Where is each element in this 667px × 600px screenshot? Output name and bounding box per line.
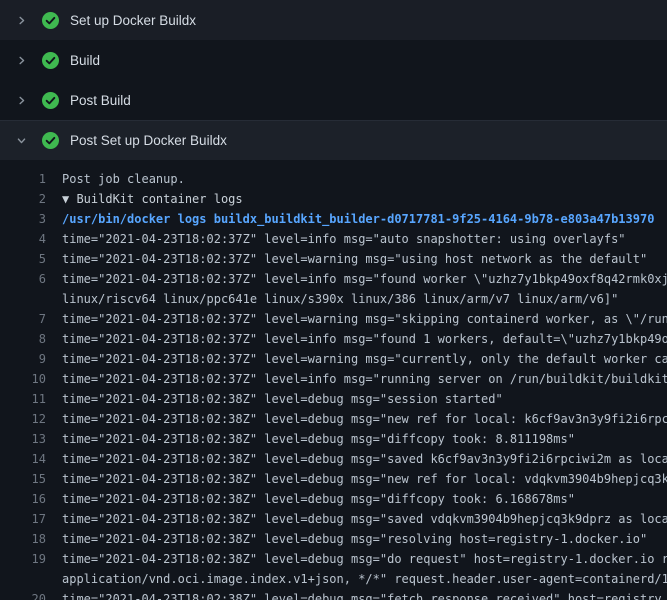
log-text: time="2021-04-23T18:02:38Z" level=debug … xyxy=(62,389,667,409)
log-text: time="2021-04-23T18:02:38Z" level=debug … xyxy=(62,529,667,549)
log-line: 9time="2021-04-23T18:02:37Z" level=warni… xyxy=(0,349,667,369)
log-line: 4time="2021-04-23T18:02:37Z" level=info … xyxy=(0,229,667,249)
chevron-right-icon xyxy=(13,55,29,66)
log-line: 13time="2021-04-23T18:02:38Z" level=debu… xyxy=(0,429,667,449)
log-text: time="2021-04-23T18:02:37Z" level=info m… xyxy=(62,229,667,249)
line-number[interactable]: 6 xyxy=(0,269,62,289)
log-line: 12time="2021-04-23T18:02:38Z" level=debu… xyxy=(0,409,667,429)
line-number[interactable]: 15 xyxy=(0,469,62,489)
line-number[interactable]: 16 xyxy=(0,489,62,509)
log-line: 5time="2021-04-23T18:02:37Z" level=warni… xyxy=(0,249,667,269)
log-text: time="2021-04-23T18:02:38Z" level=debug … xyxy=(62,509,667,529)
log-line: 7time="2021-04-23T18:02:37Z" level=warni… xyxy=(0,309,667,329)
line-number[interactable]: 5 xyxy=(0,249,62,269)
log-text: time="2021-04-23T18:02:37Z" level=info m… xyxy=(62,269,667,289)
line-number[interactable]: 17 xyxy=(0,509,62,529)
log-text: time="2021-04-23T18:02:37Z" level=warnin… xyxy=(62,349,667,369)
log-text: application/vnd.oci.image.index.v1+json,… xyxy=(62,569,667,589)
step-label: Set up Docker Buildx xyxy=(70,13,196,28)
log-text: time="2021-04-23T18:02:38Z" level=debug … xyxy=(62,429,667,449)
log-line: 19time="2021-04-23T18:02:38Z" level=debu… xyxy=(0,549,667,569)
log-line: 10time="2021-04-23T18:02:37Z" level=info… xyxy=(0,369,667,389)
line-number[interactable]: 20 xyxy=(0,589,62,600)
check-circle-icon xyxy=(42,52,59,69)
log-text: time="2021-04-23T18:02:37Z" level=warnin… xyxy=(62,309,667,329)
step-label: Build xyxy=(70,53,100,68)
log-command-line: 3/usr/bin/docker logs buildx_buildkit_bu… xyxy=(0,209,667,229)
line-number[interactable]: 3 xyxy=(0,209,62,229)
log-text: time="2021-04-23T18:02:38Z" level=debug … xyxy=(62,489,667,509)
line-number[interactable]: 8 xyxy=(0,329,62,349)
log-text: time="2021-04-23T18:02:38Z" level=debug … xyxy=(62,449,667,469)
log-text: time="2021-04-23T18:02:38Z" level=debug … xyxy=(62,549,667,569)
check-circle-icon xyxy=(42,12,59,29)
log-line: 8time="2021-04-23T18:02:37Z" level=info … xyxy=(0,329,667,349)
log-line: 16time="2021-04-23T18:02:38Z" level=debu… xyxy=(0,489,667,509)
log-text: linux/riscv64 linux/ppc641e linux/s390x … xyxy=(62,289,667,309)
log-text: time="2021-04-23T18:02:37Z" level=info m… xyxy=(62,369,667,389)
log-line: 6time="2021-04-23T18:02:37Z" level=info … xyxy=(0,269,667,289)
log-text: ▼ BuildKit container logs xyxy=(62,189,667,209)
step-label: Post Set up Docker Buildx xyxy=(70,133,227,148)
check-circle-icon xyxy=(42,132,59,149)
log-line: 18time="2021-04-23T18:02:38Z" level=debu… xyxy=(0,529,667,549)
line-number[interactable]: 19 xyxy=(0,549,62,569)
line-number xyxy=(0,569,62,589)
log-text: time="2021-04-23T18:02:38Z" level=debug … xyxy=(62,409,667,429)
line-number[interactable]: 11 xyxy=(0,389,62,409)
log-group-header[interactable]: 2▼ BuildKit container logs xyxy=(0,189,667,209)
log-line: 14time="2021-04-23T18:02:38Z" level=debu… xyxy=(0,449,667,469)
log-text: /usr/bin/docker logs buildx_buildkit_bui… xyxy=(62,209,667,229)
line-number[interactable]: 12 xyxy=(0,409,62,429)
line-number[interactable]: 13 xyxy=(0,429,62,449)
chevron-right-icon xyxy=(13,95,29,106)
log-line: application/vnd.oci.image.index.v1+json,… xyxy=(0,569,667,589)
line-number[interactable]: 10 xyxy=(0,369,62,389)
log-text: time="2021-04-23T18:02:38Z" level=debug … xyxy=(62,589,667,600)
line-number[interactable]: 7 xyxy=(0,309,62,329)
log-line: 11time="2021-04-23T18:02:38Z" level=debu… xyxy=(0,389,667,409)
step-header-set-up-docker-buildx[interactable]: Set up Docker Buildx xyxy=(0,0,667,40)
log-text: time="2021-04-23T18:02:38Z" level=debug … xyxy=(62,469,667,489)
log-text: Post job cleanup. xyxy=(62,169,667,189)
chevron-down-icon xyxy=(13,135,29,146)
step-header-post-set-up-docker-buildx[interactable]: Post Set up Docker Buildx xyxy=(0,120,667,160)
chevron-right-icon xyxy=(13,15,29,26)
line-number[interactable]: 4 xyxy=(0,229,62,249)
log-line: linux/riscv64 linux/ppc641e linux/s390x … xyxy=(0,289,667,309)
step-list: Set up Docker Buildx Build P xyxy=(0,0,667,600)
step-label: Post Build xyxy=(70,93,131,108)
workflow-job-log-panel: Set up Docker Buildx Build P xyxy=(0,0,667,600)
step-header-post-build[interactable]: Post Build xyxy=(0,80,667,120)
log-line: 1Post job cleanup. xyxy=(0,169,667,189)
line-number[interactable]: 9 xyxy=(0,349,62,369)
log-text: time="2021-04-23T18:02:37Z" level=warnin… xyxy=(62,249,667,269)
line-number xyxy=(0,289,62,309)
log-text: time="2021-04-23T18:02:37Z" level=info m… xyxy=(62,329,667,349)
line-number[interactable]: 14 xyxy=(0,449,62,469)
line-number[interactable]: 1 xyxy=(0,169,62,189)
step-header-build[interactable]: Build xyxy=(0,40,667,80)
log-line: 20time="2021-04-23T18:02:38Z" level=debu… xyxy=(0,589,667,600)
log-line: 17time="2021-04-23T18:02:38Z" level=debu… xyxy=(0,509,667,529)
log-line: 15time="2021-04-23T18:02:38Z" level=debu… xyxy=(0,469,667,489)
line-number[interactable]: 2 xyxy=(0,189,62,209)
check-circle-icon xyxy=(42,92,59,109)
log-body: 1Post job cleanup.2▼ BuildKit container … xyxy=(0,160,667,600)
line-number[interactable]: 18 xyxy=(0,529,62,549)
